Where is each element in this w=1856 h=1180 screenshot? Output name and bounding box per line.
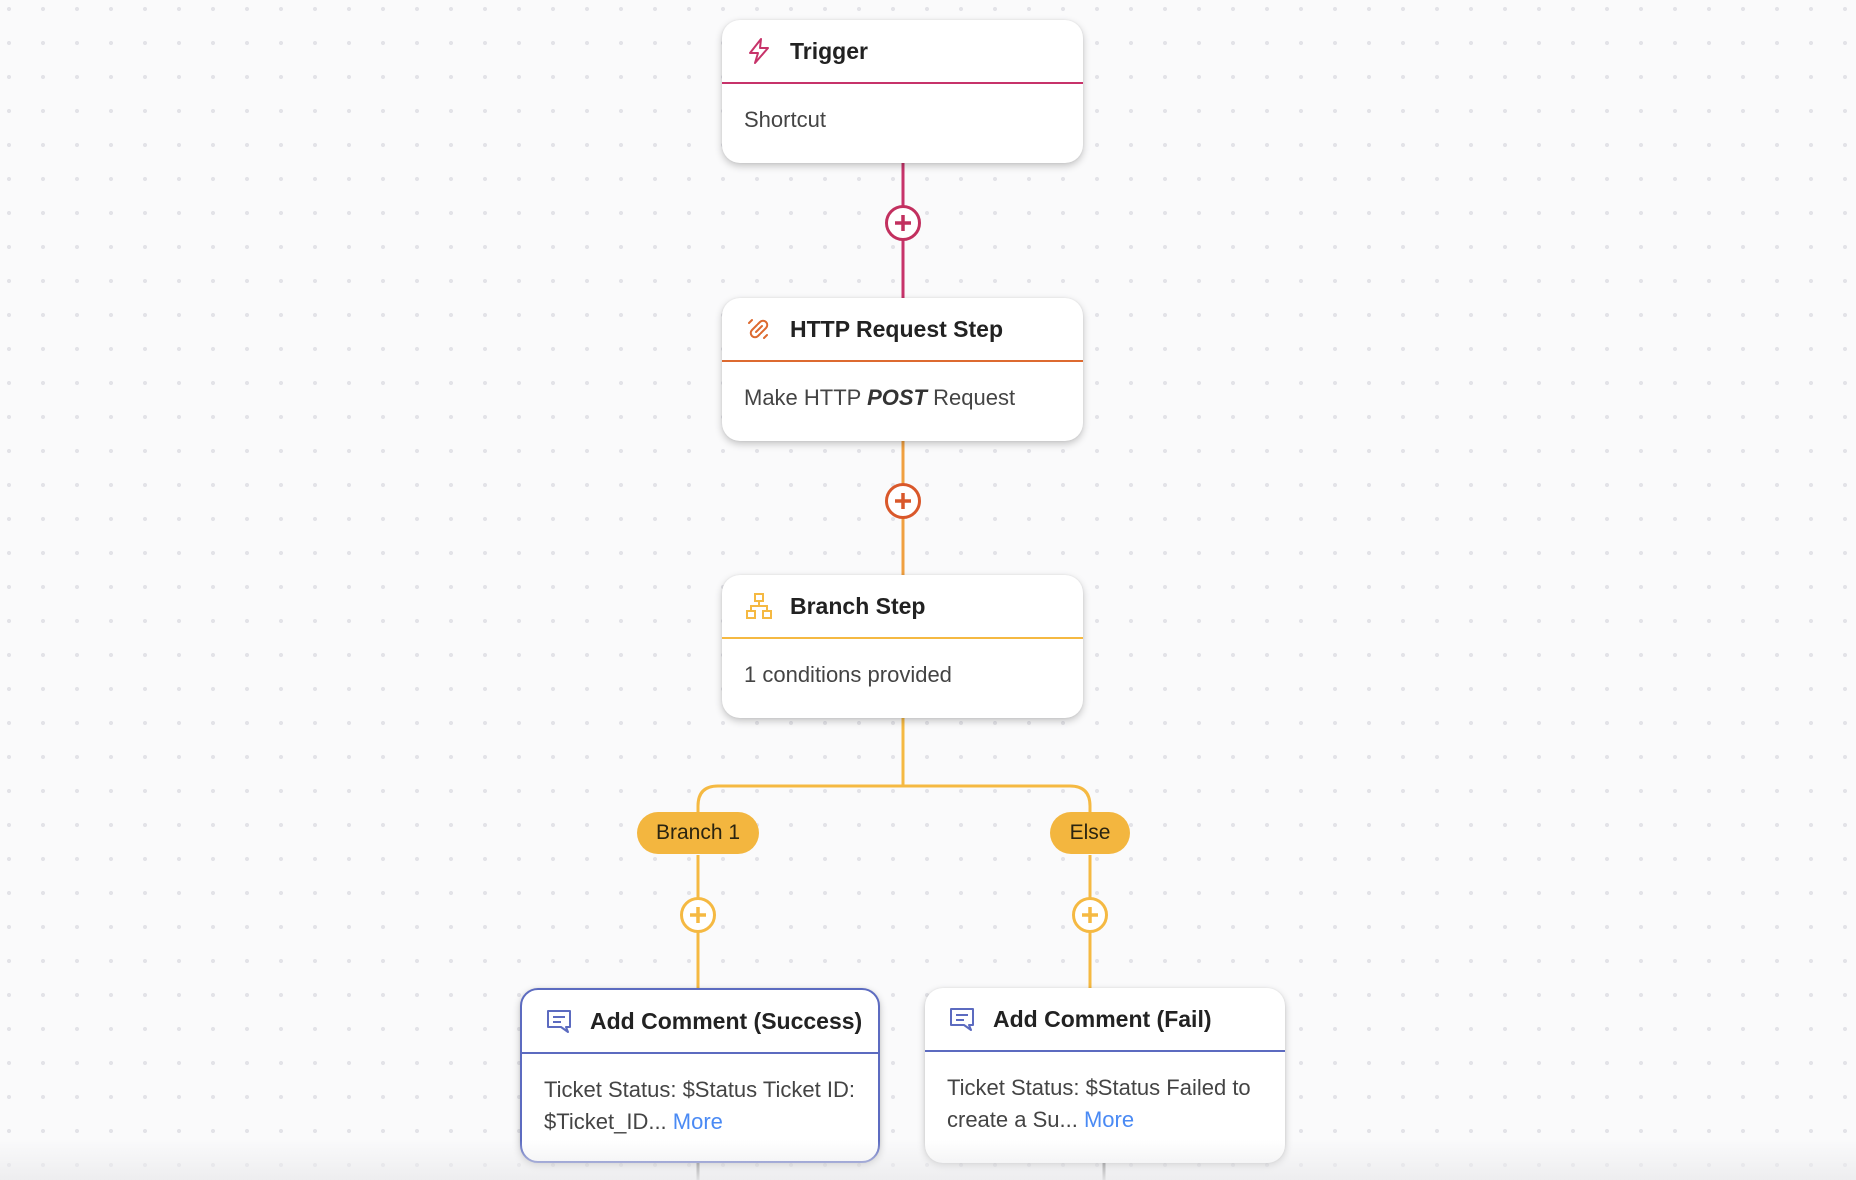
comment-icon [544, 1006, 574, 1036]
add-comment-fail-header: Add Comment (Fail) [925, 988, 1285, 1052]
more-link[interactable]: More [673, 1109, 723, 1134]
http-body-prefix: Make HTTP [744, 385, 861, 410]
http-body-suffix: Request [933, 385, 1016, 410]
add-comment-fail-body: Ticket Status: $Status Failed to create … [925, 1052, 1285, 1136]
branch-node-title: Branch Step [790, 592, 926, 619]
add-comment-fail-title: Add Comment (Fail) [993, 1005, 1212, 1032]
add-step-after-trigger-button[interactable] [884, 204, 922, 242]
http-request-node[interactable]: HTTP Request Step Make HTTP POST Request [722, 298, 1083, 441]
add-comment-success-title: Add Comment (Success) [590, 1007, 863, 1034]
sitemap-icon [744, 591, 774, 621]
http-request-node-title: HTTP Request Step [790, 315, 1003, 342]
trigger-node-header: Trigger [722, 20, 1083, 84]
http-method: POST [867, 385, 927, 410]
http-request-node-header: HTTP Request Step [722, 298, 1083, 362]
connector-branch-split [696, 718, 1092, 812]
trigger-node[interactable]: Trigger Shortcut [722, 20, 1083, 163]
add-step-branch1-button[interactable] [679, 896, 717, 934]
add-comment-success-header: Add Comment (Success) [522, 990, 878, 1054]
add-comment-fail-node[interactable]: Add Comment (Fail) Ticket Status: $Statu… [925, 988, 1285, 1163]
branch-node[interactable]: Branch Step 1 conditions provided [722, 575, 1083, 718]
branch-node-body: 1 conditions provided [744, 662, 952, 687]
more-link[interactable]: More [1084, 1107, 1134, 1132]
link-icon [744, 314, 774, 344]
comment-icon [947, 1004, 977, 1034]
lightning-icon [744, 36, 774, 66]
branch-node-header: Branch Step [722, 575, 1083, 639]
add-step-else-button[interactable] [1071, 896, 1109, 934]
add-comment-success-body: Ticket Status: $Status Ticket ID: $Ticke… [522, 1054, 878, 1138]
trigger-node-title: Trigger [790, 37, 868, 64]
branch-label-branch-1[interactable]: Branch 1 [637, 812, 759, 854]
http-request-node-body: Make HTTP POST Request [722, 362, 1083, 414]
add-step-after-http-button[interactable] [884, 482, 922, 520]
add-comment-success-node[interactable]: Add Comment (Success) Ticket Status: $St… [520, 988, 880, 1163]
trigger-node-body: Shortcut [744, 107, 826, 132]
branch-label-else[interactable]: Else [1050, 812, 1130, 854]
